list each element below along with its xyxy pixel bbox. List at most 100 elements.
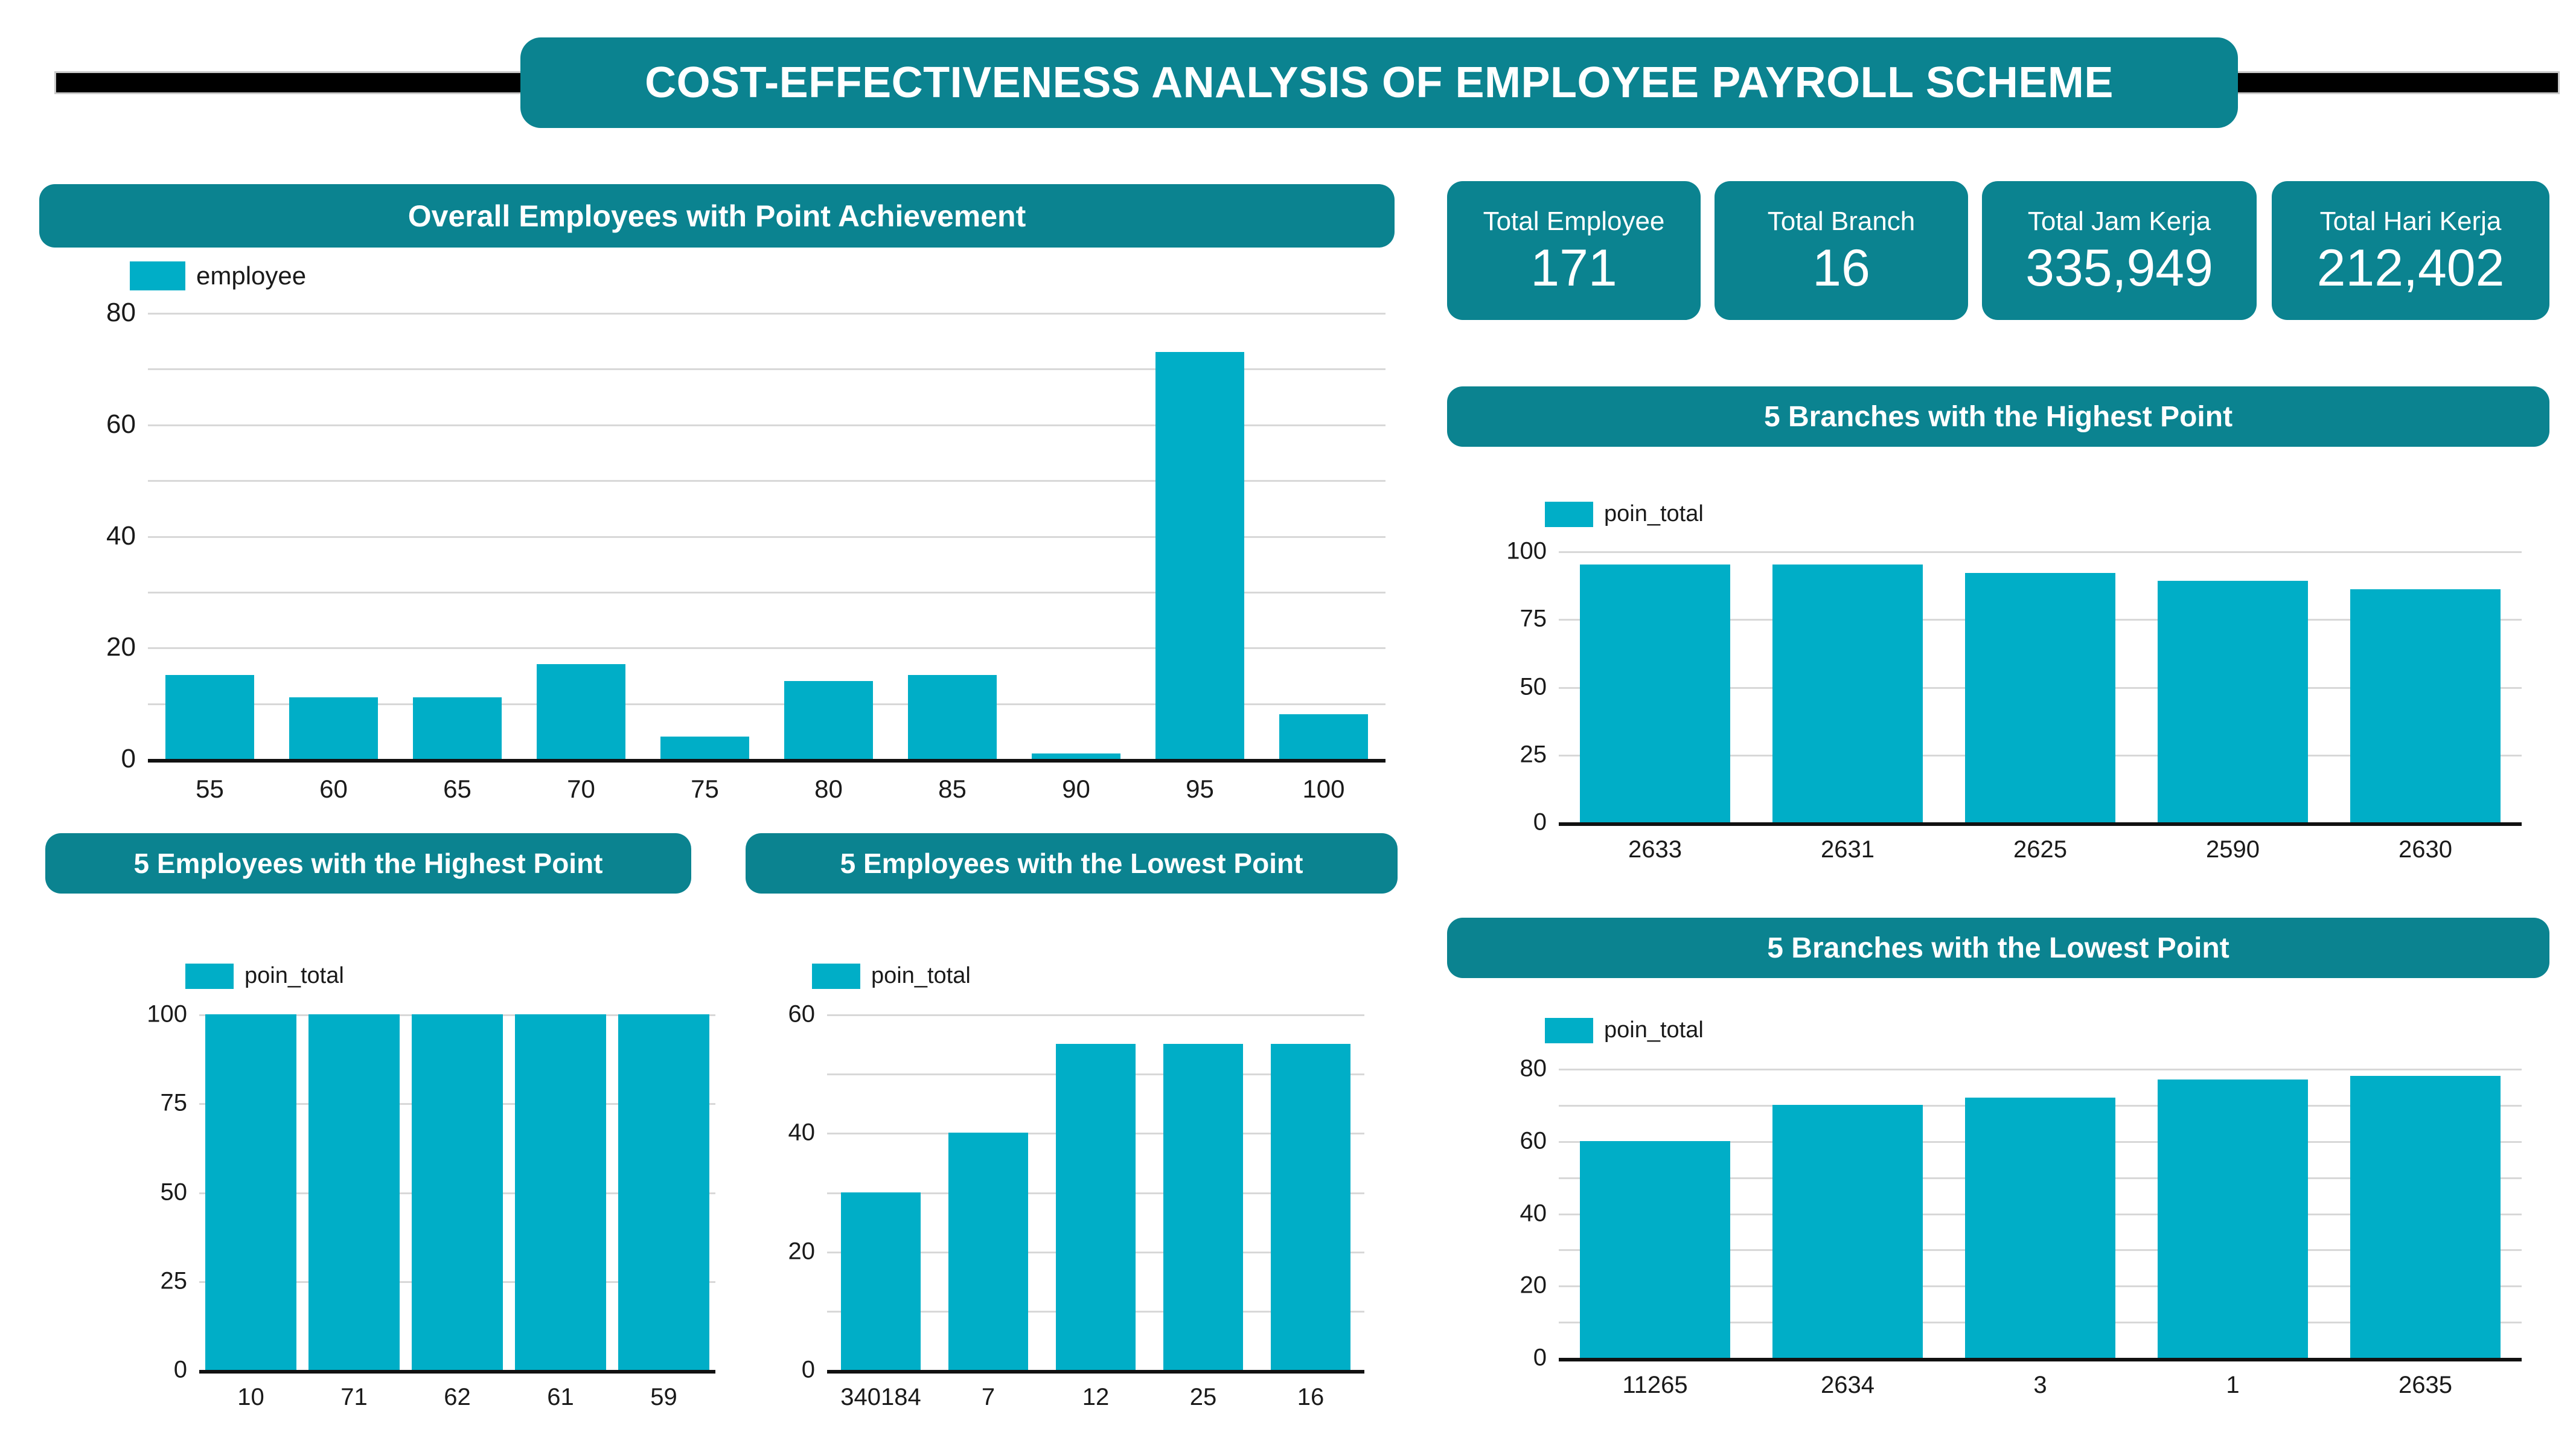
x-axis-tick-label: 71 (340, 1384, 368, 1410)
y-axis-tick-label: 0 (173, 1356, 187, 1383)
x-axis-labels-branches-highest: 2633 2631 2625 2590 2630 (1559, 836, 2522, 863)
plot-area-branches-highest: 0 25 50 75 100 (1506, 538, 2522, 836)
x-axis-tick-label: 65 (443, 775, 471, 803)
legend-swatch (185, 963, 234, 989)
chart-legend-branches-highest: poin_total (1545, 501, 1704, 527)
y-axis-tick-label: 100 (147, 1000, 187, 1028)
bar[interactable] (841, 1192, 921, 1370)
x-axis-line (148, 759, 1385, 763)
y-axis-tick-label: 0 (801, 1356, 815, 1383)
legend-label: poin_total (244, 963, 344, 988)
bar[interactable] (205, 1014, 296, 1370)
bar[interactable] (2350, 589, 2501, 822)
y-axis-tick-label: 100 (1506, 537, 1547, 565)
y-axis-tick-label: 75 (1520, 605, 1547, 632)
bar[interactable] (2158, 1079, 2308, 1358)
bar[interactable] (1965, 572, 2115, 822)
bar[interactable] (1056, 1044, 1136, 1370)
bar[interactable] (289, 697, 379, 759)
y-axis-tick-label: 20 (1520, 1271, 1547, 1299)
plot-area-branches-lowest: 0 20 40 60 80 (1520, 1055, 2522, 1371)
x-axis-labels-employees-lowest: 340184 7 12 25 16 (827, 1384, 1364, 1411)
bar[interactable] (412, 697, 502, 759)
x-axis-tick-label: 1 (2226, 1372, 2240, 1398)
y-axis-tick-label: 50 (1520, 673, 1547, 700)
legend-swatch (130, 261, 185, 290)
bar-cell (1042, 1014, 1149, 1370)
y-axis-tick-label: 50 (160, 1179, 188, 1205)
y-axis-tick-label: 60 (1520, 1127, 1547, 1154)
bar[interactable] (907, 675, 997, 759)
bar[interactable] (2158, 581, 2308, 822)
bar[interactable] (1031, 753, 1121, 759)
chart-overall-employees: Overall Employees with Point Achievement… (39, 184, 1395, 806)
bar[interactable] (308, 1014, 400, 1370)
y-axis-tick-label: 0 (1533, 808, 1547, 836)
bar-cell (1751, 551, 1944, 822)
x-axis-tick-label: 16 (1297, 1384, 1325, 1410)
bar-cell (2137, 551, 2329, 822)
bar-cell (1262, 313, 1385, 759)
x-axis-labels-branches-lowest: 11265 2634 3 1 2635 (1559, 1372, 2522, 1399)
kpi-value: 16 (1812, 239, 1870, 298)
bar-cell (199, 1014, 302, 1370)
bar[interactable] (515, 1014, 606, 1370)
chart-legend-overall: employee (130, 261, 306, 290)
x-axis-tick-label: 2634 (1821, 1372, 1874, 1398)
bar-cell (1944, 551, 2137, 822)
bar[interactable] (1580, 1140, 1730, 1358)
x-axis-tick-label: 62 (444, 1384, 471, 1410)
bar[interactable] (165, 675, 255, 759)
x-axis-tick-label: 2633 (1628, 836, 1682, 863)
y-axis-tick-label: 20 (106, 632, 136, 662)
y-axis-tick-label: 80 (1520, 1055, 1547, 1082)
kpi-label: Total Jam Kerja (2027, 206, 2211, 236)
x-axis-labels-overall: 55 60 65 70 75 80 85 90 95 100 (148, 775, 1385, 804)
y-axis-tick-label: 25 (160, 1267, 188, 1294)
bar[interactable] (1279, 714, 1369, 759)
x-axis-tick-label: 25 (1189, 1384, 1217, 1410)
chart-legend-employees-highest: poin_total (185, 963, 344, 989)
bar-cell (509, 1014, 612, 1370)
bar[interactable] (1155, 351, 1245, 759)
bar[interactable] (784, 680, 874, 759)
x-axis-tick-label: 85 (938, 775, 967, 803)
bar-cell (1138, 313, 1262, 759)
panel-title: 5 Branches with the Lowest Point (1767, 932, 2229, 964)
dashboard-title-pill: COST-EFFECTIVENESS ANALYSIS OF EMPLOYEE … (520, 37, 2238, 128)
panel-header-overall: Overall Employees with Point Achievement (39, 184, 1395, 248)
kpi-label: Total Branch (1767, 206, 1916, 236)
bar[interactable] (1965, 1097, 2115, 1358)
legend-label: employee (196, 261, 307, 290)
chart-employees-lowest: 5 Employees with the Lowest Point poin_t… (746, 833, 1398, 1419)
x-axis-tick-label: 55 (196, 775, 224, 803)
bar[interactable] (536, 664, 626, 759)
panel-title: 5 Employees with the Lowest Point (840, 848, 1303, 879)
bar[interactable] (1271, 1044, 1350, 1370)
y-axis-tick-label: 25 (1520, 741, 1547, 768)
legend-swatch (1545, 501, 1593, 527)
bar-cell (935, 1014, 1042, 1370)
bar-cell (1149, 1014, 1257, 1370)
bar[interactable] (948, 1133, 1028, 1370)
x-axis-tick-label: 12 (1082, 1384, 1110, 1410)
bar[interactable] (2350, 1075, 2501, 1358)
bar-cell (767, 313, 890, 759)
bar-cell (1944, 1069, 2137, 1358)
kpi-card-total-jam-kerja: Total Jam Kerja 335,949 (1982, 181, 2257, 320)
bar[interactable] (618, 1014, 709, 1370)
bar-cell (2329, 551, 2522, 822)
bar[interactable] (1163, 1044, 1243, 1370)
bar-series (1559, 551, 2522, 822)
x-axis-line (1559, 1358, 2522, 1361)
bar-cell (1014, 313, 1138, 759)
bar[interactable] (660, 737, 750, 759)
bar-cell (2329, 1069, 2522, 1358)
bar[interactable] (1772, 1104, 1923, 1358)
panel-title: Overall Employees with Point Achievement (407, 199, 1026, 233)
bar[interactable] (1580, 565, 1730, 822)
bar[interactable] (412, 1014, 503, 1370)
bar[interactable] (1772, 565, 1923, 822)
legend-label: poin_total (1604, 501, 1704, 526)
y-axis-tick-label: 75 (160, 1089, 188, 1116)
